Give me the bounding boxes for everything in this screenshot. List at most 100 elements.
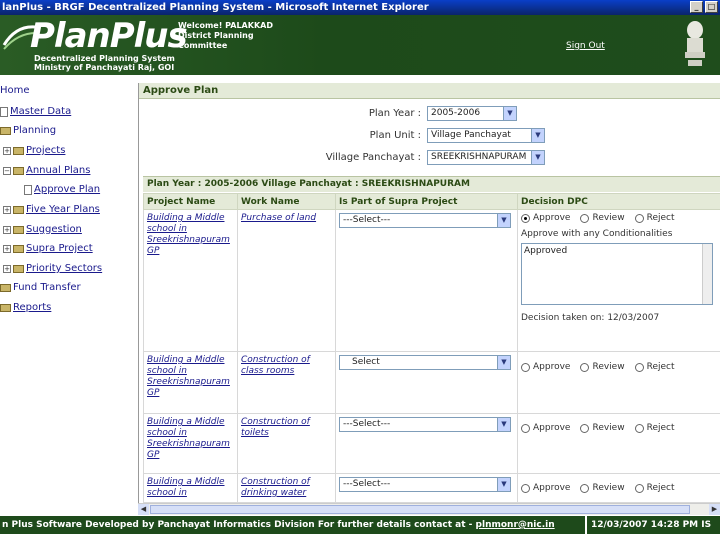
conditionalities-label: Approve with any Conditionalities: [521, 229, 673, 239]
folder-icon: [13, 244, 24, 253]
scroll-left-icon[interactable]: ◀: [138, 504, 149, 515]
collapse-icon[interactable]: −: [3, 166, 11, 175]
horizontal-scrollbar[interactable]: ◀ ▶: [138, 503, 720, 515]
minimize-icon[interactable]: _: [690, 1, 703, 13]
expand-icon[interactable]: +: [3, 225, 11, 234]
plan-unit-select[interactable]: Village Panchayat ▼: [427, 128, 545, 143]
textarea-scrollbar[interactable]: [702, 244, 712, 304]
approve-radio[interactable]: Approve: [521, 362, 570, 372]
review-radio-label: Review: [592, 213, 625, 223]
reject-radio[interactable]: Reject: [634, 362, 675, 372]
village-panchayat-select[interactable]: SREEKRISHNAPURAM ▼: [427, 150, 545, 165]
supra-project-select[interactable]: ---Select--- ▼: [339, 417, 511, 432]
reject-radio-label: Reject: [646, 483, 675, 493]
folder-icon: [0, 126, 11, 135]
review-radio-label: Review: [592, 362, 625, 372]
nav-projects[interactable]: + Projects: [3, 145, 65, 156]
supra-project-value: ---Select---: [343, 215, 391, 225]
folder-icon: [0, 283, 11, 292]
nav-home[interactable]: Home: [0, 85, 30, 96]
reject-radio[interactable]: Reject: [634, 423, 675, 433]
panel-title: Approve Plan: [139, 83, 720, 99]
supra-project-select[interactable]: ---Select--- ▼: [339, 213, 511, 228]
sign-out-link[interactable]: Sign Out: [566, 41, 605, 51]
work-name-link[interactable]: Construction of class rooms: [241, 355, 332, 377]
supra-project-select[interactable]: Select ▼: [339, 355, 511, 370]
nav-annual-plans[interactable]: − Annual Plans: [3, 165, 90, 176]
reject-radio[interactable]: Reject: [634, 483, 675, 493]
nav-suggestion[interactable]: + Suggestion: [3, 224, 82, 235]
left-navigation: Home Master Data Planning + Projects − A…: [0, 80, 135, 512]
welcome-message: Welcome! PALAKKAD District Planning Comm…: [178, 21, 273, 51]
welcome-line2: District Planning: [178, 31, 254, 40]
logo-subtitle-line2: Ministry of Panchayati Raj, GOI: [34, 63, 175, 72]
village-panchayat-row: Village Panchayat : SREEKRISHNAPURAM ▼: [277, 150, 545, 165]
radio-unchecked-icon: [634, 423, 644, 433]
decision-radio-group: Approve Review Reject: [521, 362, 718, 372]
nav-supra-project[interactable]: + Supra Project: [3, 243, 93, 254]
review-radio[interactable]: Review: [580, 362, 625, 372]
radio-unchecked-icon: [634, 362, 644, 372]
work-name-link[interactable]: Purchase of land: [241, 213, 332, 224]
project-name-link[interactable]: Building a Middle school in Sreekrishnap…: [147, 355, 234, 399]
nav-priority-sectors-label: Priority Sectors: [26, 263, 103, 274]
expand-icon[interactable]: +: [3, 205, 11, 214]
supra-project-select[interactable]: ---Select--- ▼: [339, 477, 511, 492]
project-name-link[interactable]: Building a Middle school in Sreekrishnap…: [147, 213, 234, 257]
radio-unchecked-icon: [580, 213, 590, 223]
reject-radio[interactable]: Reject: [634, 213, 675, 223]
approve-radio[interactable]: Approve: [521, 213, 570, 223]
footer-datetime: 12/03/2007 14:28 PM IS: [585, 516, 711, 534]
chevron-down-icon: ▼: [497, 418, 510, 431]
approve-radio-label: Approve: [533, 213, 571, 223]
supra-project-value: ---Select---: [343, 419, 391, 429]
work-name-link[interactable]: Construction of drinking water: [241, 477, 332, 499]
nav-suggestion-label: Suggestion: [26, 224, 82, 235]
nav-approve-plan[interactable]: Approve Plan: [24, 184, 100, 195]
nav-reports[interactable]: Reports: [0, 302, 51, 313]
decision-radio-group: Approve Review Reject: [521, 213, 718, 223]
nav-five-year-plans[interactable]: + Five Year Plans: [3, 204, 100, 215]
review-radio[interactable]: Review: [580, 423, 625, 433]
reject-radio-label: Reject: [646, 213, 675, 223]
nav-projects-label: Projects: [26, 145, 66, 156]
expand-icon[interactable]: +: [3, 244, 11, 253]
column-header-decision: Decision DPC: [517, 193, 720, 210]
contact-email-link[interactable]: plnmonr@nic.in: [476, 520, 555, 530]
radio-unchecked-icon: [634, 483, 644, 493]
nav-home-label: Home: [0, 85, 30, 96]
nav-master-data-label: Master Data: [10, 106, 72, 117]
table-row: Building a Middle school in Sreekrishnap…: [143, 209, 720, 352]
maximize-icon[interactable]: □: [705, 1, 718, 13]
project-name-link[interactable]: Building a Middle school in Sreekrishnap…: [147, 417, 234, 461]
approve-radio[interactable]: Approve: [521, 423, 570, 433]
radio-unchecked-icon: [634, 213, 644, 223]
folder-icon: [0, 303, 11, 312]
radio-unchecked-icon: [580, 423, 590, 433]
review-radio-label: Review: [592, 423, 625, 433]
nav-annual-plans-label: Annual Plans: [26, 165, 91, 176]
plan-year-select[interactable]: 2005-2006 ▼: [427, 106, 517, 121]
approve-plan-panel: Approve Plan Plan Year : 2005-2006 ▼ Pla…: [138, 83, 720, 503]
table-row: Building a Middle school in Sreekrishnap…: [143, 351, 720, 414]
decision-radio-group: Approve Review Reject: [521, 423, 718, 433]
work-name-link[interactable]: Construction of toilets: [241, 417, 332, 439]
conditionalities-textarea[interactable]: Approved: [521, 243, 713, 305]
expand-icon[interactable]: +: [3, 264, 11, 273]
national-emblem-icon: [685, 21, 705, 66]
approve-radio[interactable]: Approve: [521, 483, 570, 493]
project-name-link[interactable]: Building a Middle school in: [147, 477, 234, 499]
scrollbar-thumb[interactable]: [150, 505, 690, 514]
expand-icon[interactable]: +: [3, 146, 11, 155]
review-radio[interactable]: Review: [580, 213, 625, 223]
nav-master-data[interactable]: Master Data: [0, 106, 71, 117]
nav-planning[interactable]: Planning: [0, 125, 56, 136]
nav-priority-sectors[interactable]: + Priority Sectors: [3, 263, 102, 274]
review-radio[interactable]: Review: [580, 483, 625, 493]
nav-fund-transfer[interactable]: Fund Transfer: [0, 282, 81, 293]
nav-fund-transfer-label: Fund Transfer: [13, 282, 81, 293]
scroll-right-icon[interactable]: ▶: [709, 504, 720, 515]
welcome-line1: Welcome! PALAKKAD: [178, 21, 273, 30]
chevron-down-icon: ▼: [531, 129, 544, 142]
plan-unit-value: Village Panchayat: [431, 130, 511, 140]
